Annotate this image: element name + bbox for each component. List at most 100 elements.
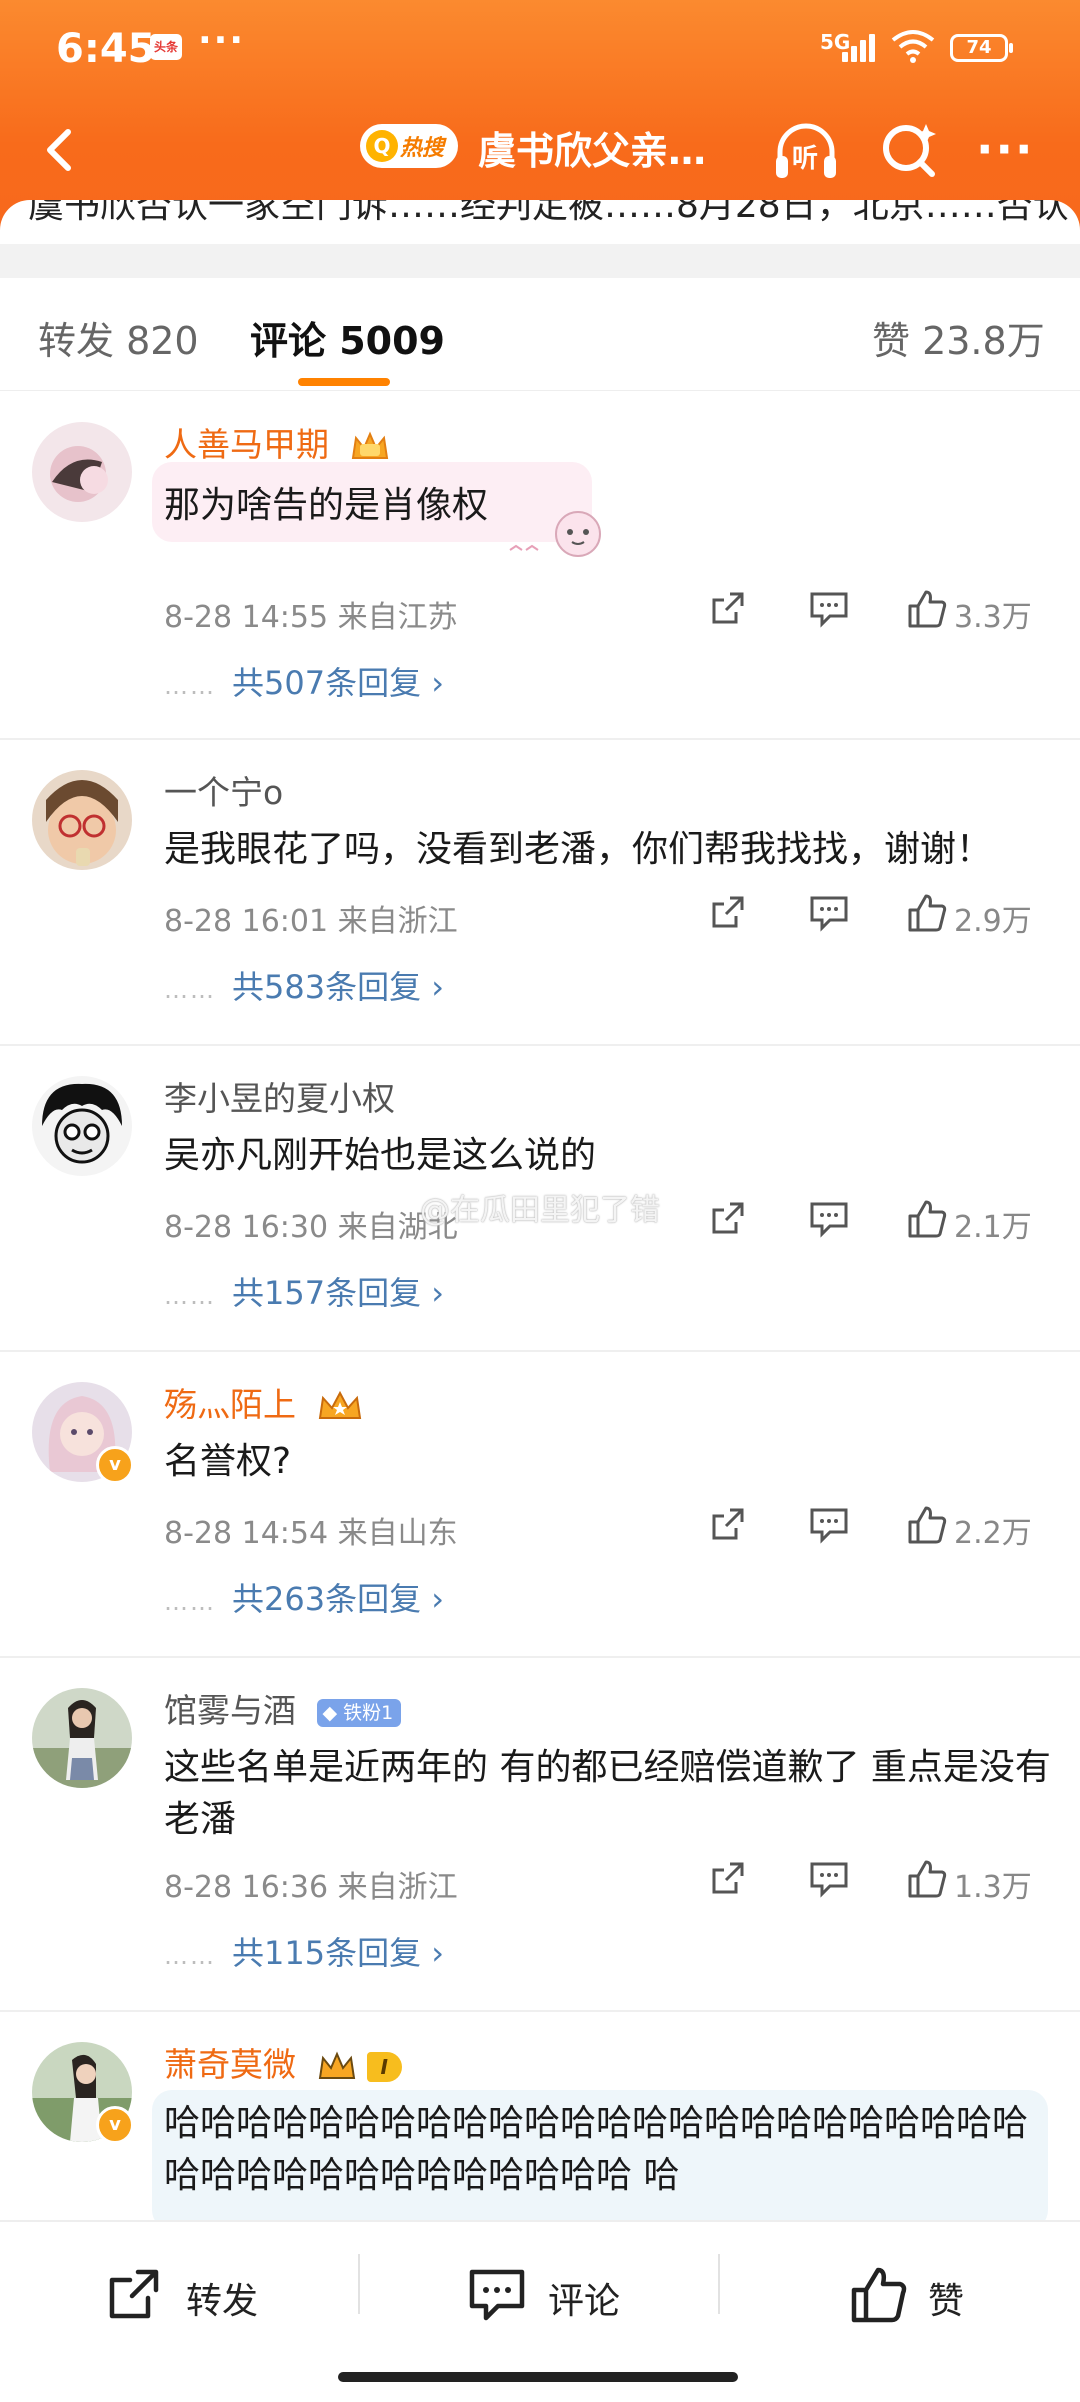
reply-dots: ……	[164, 1282, 216, 1310]
like-count: 1.3万	[954, 1870, 1032, 1905]
comment-button[interactable]: 评论	[466, 2264, 686, 2324]
like-thumb-icon[interactable]	[906, 1504, 948, 1546]
like-thumb-icon[interactable]	[906, 1198, 948, 1240]
reply-count-text[interactable]: 共507条回复	[232, 664, 421, 702]
reply-count-text[interactable]: 共115条回复	[232, 1934, 421, 1972]
reply-count-link[interactable]: …… 共157条回复 ›	[164, 1268, 444, 1314]
listen-label: 听	[792, 144, 819, 174]
comment-actions: 1.3万	[708, 1858, 1048, 1905]
comment-text: 名誉权?	[164, 1441, 292, 1482]
username-text[interactable]: 馆雾与酒	[164, 1691, 296, 1730]
reply-count-link[interactable]: …… 共263条回复 ›	[164, 1574, 444, 1620]
like-count: 2.9万	[954, 904, 1032, 939]
reply-count-text[interactable]: 共583条回复	[232, 968, 421, 1006]
toutiao-app-icon: 头条	[150, 34, 182, 60]
divider	[718, 2254, 720, 2314]
comment-item: 人善马甲期 那为啥告的是肖像权 8-28 14:55 来自江苏 3.3万 …… 共…	[0, 390, 1080, 740]
username[interactable]: 人善马甲期	[164, 418, 390, 466]
comment-time: 8-28 16:01	[164, 904, 329, 939]
comment-item: 一个宁o 是我眼花了吗，没看到老潘，你们帮我找找，谢谢！ 8-28 16:01 …	[0, 738, 1080, 1046]
active-tab-indicator	[298, 378, 390, 386]
notification-more-icon: ···	[198, 20, 246, 61]
username[interactable]: 萧奇莫微 I	[164, 2038, 402, 2086]
comment-icon[interactable]	[808, 1858, 850, 1898]
comment-actions: 2.2万	[708, 1504, 1048, 1551]
verified-badge-icon: v	[96, 1446, 134, 1484]
comment-time: 8-28 14:55	[164, 600, 329, 635]
username[interactable]: 李小昱的夏小权	[164, 1072, 395, 1120]
like-button[interactable]: 赞	[848, 2264, 1028, 2324]
interaction-tabs: 转发 820 评论 5009 赞 23.8万	[0, 278, 1080, 391]
avatar[interactable]	[32, 422, 132, 522]
username-text[interactable]: 萧奇莫微	[164, 2045, 296, 2084]
comment-icon[interactable]	[808, 588, 850, 628]
username[interactable]: 馆雾与酒 ◆ 铁粉1	[164, 1684, 402, 1732]
vip-crown-icon	[318, 2050, 355, 2079]
tab-repost[interactable]: 转发 820	[38, 310, 199, 365]
like-thumb-icon[interactable]	[906, 1858, 948, 1900]
page-title[interactable]: 虞书欣父亲…	[478, 120, 718, 175]
share-icon[interactable]	[708, 1504, 748, 1544]
comment-icon[interactable]	[808, 1198, 850, 1238]
vip-crown-icon	[351, 430, 388, 459]
comment-actions: 3.3万	[708, 588, 1048, 635]
watermark: @在瓜田里犯了错	[420, 1193, 660, 1228]
username-text[interactable]: 人善马甲期	[164, 425, 329, 464]
fan-level-badge: ◆ 铁粉1	[316, 1698, 402, 1727]
share-icon[interactable]	[708, 588, 748, 628]
comment-text: 那为啥告的是肖像权	[164, 485, 489, 526]
like-thumb-icon[interactable]	[906, 588, 948, 630]
vip-crown-icon	[318, 1390, 361, 1419]
chevron-right-icon: ›	[431, 664, 445, 702]
share-icon[interactable]	[708, 892, 748, 932]
back-arrow-icon[interactable]	[34, 122, 90, 178]
like-count: 3.3万	[954, 600, 1032, 635]
hot-search-label: 热搜	[400, 136, 445, 161]
like-thumb-icon[interactable]	[906, 892, 948, 934]
comment-location: 来自浙江	[337, 904, 458, 939]
comment-icon[interactable]	[808, 1504, 850, 1544]
avatar[interactable]	[32, 1076, 132, 1176]
comment-item: 馆雾与酒 ◆ 铁粉1 这些名单是近两年的 有的都已经赔偿道歉了 重点是没有老潘 …	[0, 1656, 1080, 2012]
avatar[interactable]	[32, 770, 132, 870]
search-icon[interactable]	[878, 118, 942, 182]
comment-location: 来自浙江	[337, 1870, 458, 1905]
repost-button[interactable]: 转发	[104, 2264, 324, 2324]
nav-bar: Q 热搜 虞书欣父亲… 听 ···	[0, 100, 1080, 200]
reply-dots: ……	[164, 1942, 216, 1970]
repost-label: 转发	[186, 2281, 259, 2322]
comment-text: 这些名单是近两年的 有的都已经赔偿道歉了 重点是没有老潘	[164, 1747, 1051, 1840]
avatar[interactable]	[32, 1688, 132, 1788]
wifi-icon	[891, 30, 935, 63]
comment-icon	[469, 2269, 525, 2321]
comment-meta: 8-28 16:30 来自湖北	[164, 1202, 458, 1246]
comment-label: 评论	[548, 2281, 621, 2322]
username-text[interactable]: 殇灬陌上	[164, 1385, 296, 1424]
comment-icon[interactable]	[808, 892, 850, 932]
repost-icon	[109, 2269, 159, 2319]
reply-count-link[interactable]: …… 共583条回复 ›	[164, 962, 444, 1008]
comment-time: 8-28 14:54	[164, 1516, 329, 1551]
comment-text: 哈哈哈哈哈哈哈哈哈哈哈哈哈哈哈哈哈哈哈哈哈哈哈哈哈哈哈哈哈哈哈哈哈哈哈哈哈 哈	[164, 2103, 1029, 2196]
comment-location: 来自江苏	[337, 600, 458, 635]
reply-dots: ……	[164, 1588, 216, 1616]
reply-count-text[interactable]: 共263条回复	[232, 1580, 421, 1618]
reply-count-text[interactable]: 共157条回复	[232, 1274, 421, 1312]
chevron-right-icon: ›	[431, 1934, 445, 1972]
tab-likes[interactable]: 赞 23.8万	[872, 310, 1045, 365]
reply-count-link[interactable]: …… 共507条回复 ›	[164, 658, 444, 704]
hot-search-tag[interactable]: Q 热搜	[360, 124, 458, 168]
home-indicator[interactable]	[338, 2372, 738, 2382]
search-flame-icon: Q	[366, 130, 398, 162]
share-icon[interactable]	[708, 1858, 748, 1898]
username[interactable]: 一个宁o	[164, 766, 283, 814]
listen-button[interactable]: 听	[770, 116, 842, 188]
reply-count-link[interactable]: …… 共115条回复 ›	[164, 1928, 444, 1974]
post-snippet: 虞书欣否认一家空门诉……经判定被……8月28日，北京……否认	[28, 200, 1069, 226]
share-icon[interactable]	[708, 1198, 748, 1238]
tab-comments[interactable]: 评论 5009	[250, 310, 445, 365]
section-divider	[0, 244, 1080, 278]
username[interactable]: 殇灬陌上	[164, 1378, 363, 1426]
battery-icon: 74	[950, 34, 1013, 62]
more-options-icon[interactable]: ···	[976, 122, 1034, 176]
